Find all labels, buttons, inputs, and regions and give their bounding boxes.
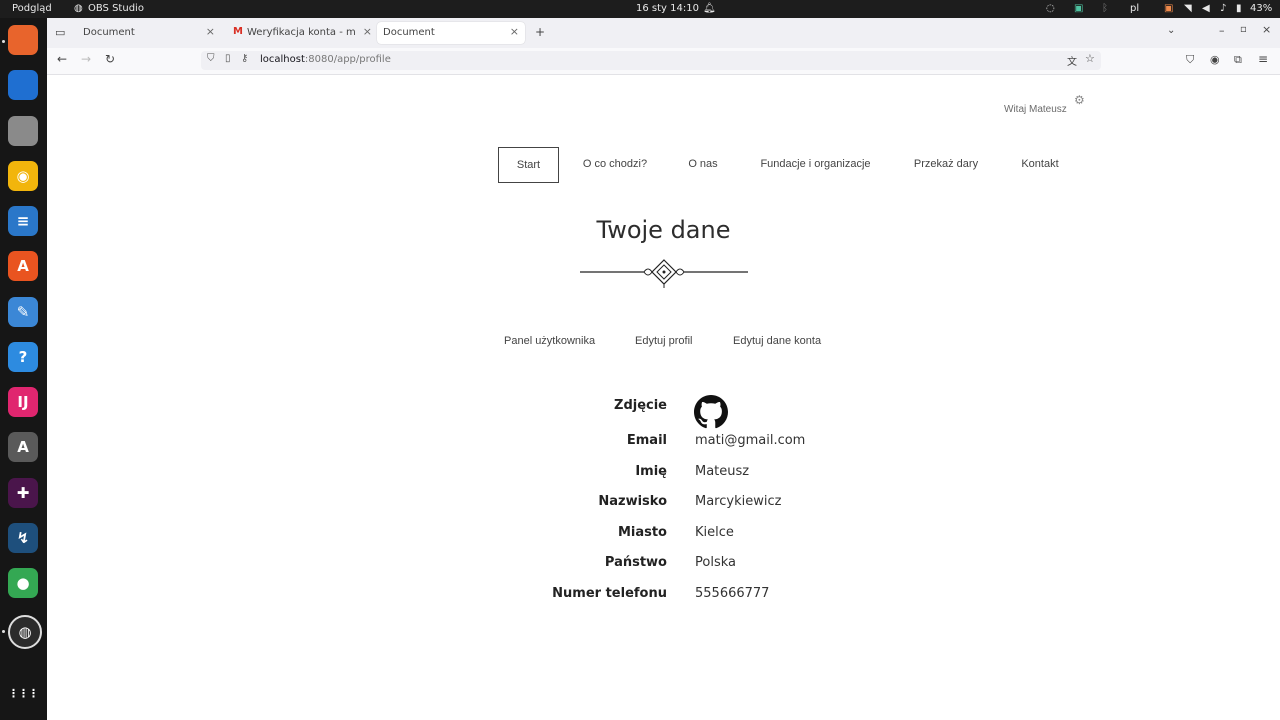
photo-label: Zdjęcie xyxy=(614,398,667,413)
nav-item-kontakt[interactable]: Kontakt xyxy=(1010,147,1070,181)
maximize-icon[interactable]: ▫ xyxy=(1240,24,1247,35)
bookmark-star-icon[interactable]: ☆ xyxy=(1085,52,1095,65)
screen-record-icon[interactable]: ▣ xyxy=(1164,3,1173,14)
wifi-icon[interactable]: ◥ xyxy=(1184,3,1192,14)
running-indicator xyxy=(2,630,5,633)
back-arrow-icon[interactable]: ← xyxy=(57,52,67,66)
url-path: :8080/app/profile xyxy=(304,54,391,65)
software-updater-icon[interactable]: A xyxy=(8,432,38,462)
field-label: Numer telefonu xyxy=(552,586,667,601)
microphone-icon[interactable]: ♪ xyxy=(1220,3,1226,14)
os-top-bar: Podgląd ◍ OBS Studio 16 sty 14:10 🔔︎ ◌ ▣… xyxy=(0,0,1280,18)
app-menu-icon[interactable]: ≡ xyxy=(1258,52,1268,66)
mysql-workbench-icon[interactable]: ↯ xyxy=(8,523,38,553)
field-value: mati@gmail.com xyxy=(695,433,806,448)
tab-label: Weryfikacja konta - mma xyxy=(247,27,355,38)
bell-icon[interactable]: 🔔︎ xyxy=(703,3,716,14)
page-icon: ▯ xyxy=(225,53,231,64)
language-indicator[interactable]: pl xyxy=(1130,3,1139,14)
tab-overview-icon[interactable]: ▭ xyxy=(55,26,65,39)
reload-icon[interactable]: ↻ xyxy=(105,52,115,66)
battery-icon[interactable]: ▮ xyxy=(1236,3,1242,14)
thunderbird-icon[interactable] xyxy=(8,70,38,100)
field-value: Kielce xyxy=(695,525,734,540)
tab-label: Document xyxy=(383,27,435,38)
rhythmbox-icon[interactable]: ◉ xyxy=(8,161,38,191)
navigation-toolbar: ← → ↻ ⛉ ▯ ⚷ localhost:8080/app/profile 文… xyxy=(47,48,1280,75)
gear-icon[interactable]: ⚙ xyxy=(1074,93,1085,107)
github-icon xyxy=(694,395,728,429)
new-tab-button[interactable]: + xyxy=(535,25,545,39)
extensions-icon[interactable]: ⧉ xyxy=(1234,53,1242,67)
tab-strip: ▭ Document × M Weryfikacja konta - mma ×… xyxy=(47,18,1280,48)
window-close-icon[interactable]: × xyxy=(1262,23,1271,36)
field-value: Marcykiewicz xyxy=(695,494,782,509)
volume-icon[interactable]: ◀ xyxy=(1202,3,1210,14)
nav-item-o-nas[interactable]: O nas xyxy=(674,147,732,181)
pocket-icon[interactable]: ⛉ xyxy=(1186,53,1194,67)
close-icon[interactable]: × xyxy=(206,25,215,38)
close-icon[interactable]: × xyxy=(363,25,372,38)
translate-icon[interactable]: 文 xyxy=(1067,53,1077,68)
field-value: Polska xyxy=(695,555,736,570)
field-label: Państwo xyxy=(604,555,667,570)
tab-document-active[interactable]: Document × xyxy=(377,22,525,44)
tab-gmail-verification[interactable]: M Weryfikacja konta - mma × xyxy=(227,22,372,44)
text-editor-icon[interactable]: ✎ xyxy=(8,297,38,327)
field-label: Miasto xyxy=(617,525,667,540)
field-label: Imię xyxy=(635,464,667,479)
bluetooth-icon[interactable]: ᛒ xyxy=(1102,3,1108,14)
url-host: localhost xyxy=(260,54,305,65)
dock: ◉ ≡ A ✎? IJ A ✚ ↯ ● ◍ ⋮⋮⋮ xyxy=(0,18,47,720)
nav-item-o-co-chodzi[interactable]: O co chodzi? xyxy=(570,147,660,181)
field-label: Email xyxy=(626,433,667,448)
link-edit-profile[interactable]: Edytuj profil xyxy=(635,335,692,347)
writer-icon[interactable]: ≡ xyxy=(8,206,38,236)
shield-icon[interactable]: ⛉ xyxy=(207,53,215,64)
running-indicator xyxy=(2,40,5,43)
active-app-label[interactable]: OBS Studio xyxy=(88,3,144,14)
battery-percent[interactable]: 43% xyxy=(1250,3,1272,14)
url-text[interactable]: localhost:8080/app/profile xyxy=(260,54,391,65)
field-value: 555666777 xyxy=(695,586,770,601)
field-value: Mateusz xyxy=(695,464,750,479)
slack-icon[interactable]: ✚ xyxy=(8,478,38,508)
tab-label: Document xyxy=(83,27,135,38)
field-label: Nazwisko xyxy=(598,494,667,509)
vpn-icon[interactable]: ▣ xyxy=(1074,3,1083,14)
files-icon[interactable] xyxy=(8,116,38,146)
intellij-icon[interactable]: IJ xyxy=(8,387,38,417)
welcome-text: Witaj Mateusz xyxy=(1004,104,1067,115)
status-icon[interactable]: ◌ xyxy=(1046,3,1055,14)
forward-arrow-icon[interactable]: → xyxy=(81,52,91,66)
app-center-icon[interactable]: A xyxy=(8,251,38,281)
app-grid-icon[interactable]: ⋮⋮⋮ xyxy=(8,678,39,708)
preview-label[interactable]: Podgląd xyxy=(12,3,52,14)
url-bar[interactable]: ⛉ ▯ ⚷ localhost:8080/app/profile 文 ☆ xyxy=(201,51,1101,70)
close-icon[interactable]: × xyxy=(510,25,519,38)
decorative-divider-icon xyxy=(580,259,748,288)
nav-item-przekaz-dary[interactable]: Przekaż dary xyxy=(902,147,990,181)
list-all-tabs-chevron-icon[interactable]: ⌄ xyxy=(1167,25,1175,36)
minimize-icon[interactable]: – xyxy=(1219,24,1225,37)
firefox-icon[interactable] xyxy=(8,25,38,55)
page-content: Witaj Mateusz ⚙ Start O co chodzi? O nas… xyxy=(47,75,1280,720)
nav-item-fundacje[interactable]: Fundacje i organizacje xyxy=(749,147,882,181)
obs-tray-icon: ◍ xyxy=(74,3,83,14)
nav-item-start[interactable]: Start xyxy=(498,147,559,183)
link-edit-account[interactable]: Edytuj dane konta xyxy=(733,335,821,347)
help-icon[interactable]: ? xyxy=(8,342,38,372)
clock[interactable]: 16 sty 14:10 xyxy=(636,3,699,14)
tab-document-1[interactable]: Document × xyxy=(71,22,221,44)
page-title: Twoje dane xyxy=(596,216,731,244)
chrome-icon[interactable]: ● xyxy=(8,568,38,598)
obs-icon[interactable]: ◍ xyxy=(8,615,42,649)
gmail-icon: M xyxy=(233,26,243,37)
browser-window: ▭ Document × M Weryfikacja konta - mma ×… xyxy=(47,18,1280,720)
link-user-panel[interactable]: Panel użytkownika xyxy=(504,335,595,347)
account-icon[interactable]: ◉ xyxy=(1210,53,1220,66)
permissions-key-icon[interactable]: ⚷ xyxy=(241,53,248,64)
